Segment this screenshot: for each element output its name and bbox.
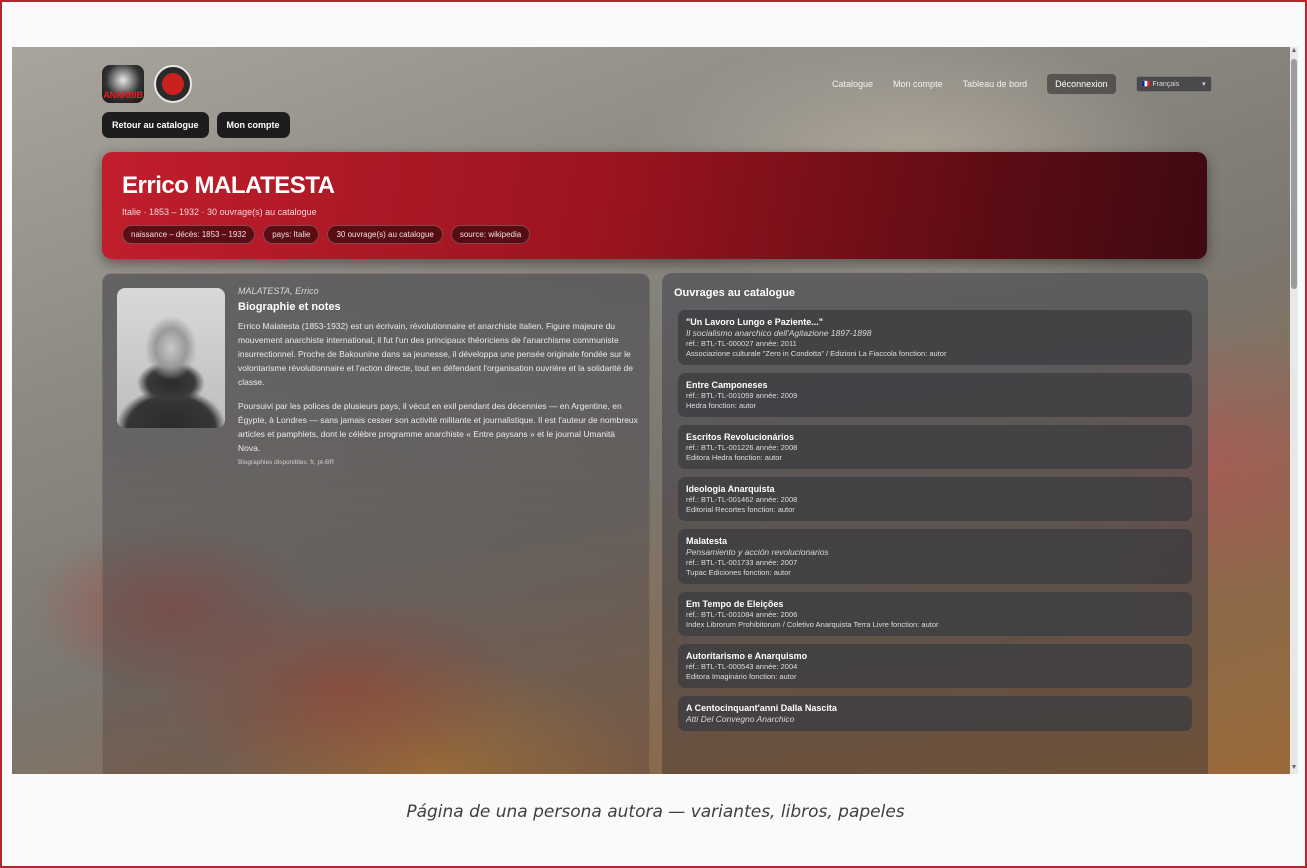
author-portrait <box>117 288 225 428</box>
work-ref: réf.: BTL-TL-001462 année: 2008 <box>686 495 798 504</box>
work-item[interactable]: Escritos Revolucionários réf.: BTL-TL-00… <box>678 425 1192 469</box>
nav-catalogue[interactable]: Catalogue <box>832 79 873 89</box>
work-item[interactable]: Em Tempo de Eleições réf.: BTL-TL-001084… <box>678 592 1192 636</box>
work-title: "Un Lavoro Lungo e Paziente..." <box>686 317 824 327</box>
language-select[interactable]: 🇫🇷 Français ▾ <box>1135 76 1212 92</box>
logout-button[interactable]: Déconnexion <box>1047 74 1116 94</box>
scrollbar[interactable]: ▲ ▼ <box>1290 47 1298 774</box>
work-item[interactable]: "Un Lavoro Lungo e Paziente..." Il socia… <box>678 310 1192 365</box>
works-heading: Ouvrages au catalogue <box>674 287 796 299</box>
author-chips: naissance – décès: 1853 – 1932 pays: Ita… <box>122 225 531 244</box>
work-item[interactable]: Autoritarismo e Anarquismo réf.: BTL-TL-… <box>678 644 1192 688</box>
browser-viewport: ANARBIB Catalogue Mon compte Tableau de … <box>12 47 1298 774</box>
work-title: Entre Camponeses <box>686 380 768 390</box>
sub-nav: Retour au catalogue Mon compte <box>102 112 290 138</box>
work-publisher: Associazione culturale "Zero in Condotta… <box>686 349 947 358</box>
language-value: Français <box>1152 81 1180 88</box>
scrollbar-thumb[interactable] <box>1291 59 1297 289</box>
biographies-available: Biographies disponibles: fr, pt-BR <box>238 459 335 466</box>
work-publisher: Hedra fonction: autor <box>686 401 757 410</box>
work-publisher: Tupac Ediciones fonction: autor <box>686 568 791 577</box>
work-title: Ideologia Anarquista <box>686 484 775 494</box>
biography-content: MALATESTA, Errico Biographie et notes Er… <box>238 286 638 466</box>
biography-paragraph: Poursuivi par les polices de plusieurs p… <box>238 401 638 453</box>
work-ref: réf.: BTL-TL-001084 année: 2006 <box>686 610 798 619</box>
biography-paragraph: Errico Malatesta (1853-1932) est un écri… <box>238 321 633 387</box>
scroll-up-icon[interactable]: ▲ <box>1290 47 1298 57</box>
work-item[interactable]: Ideologia Anarquista réf.: BTL-TL-001462… <box>678 477 1192 521</box>
screenshot-frame: ANARBIB Catalogue Mon compte Tableau de … <box>0 0 1307 868</box>
chip-country: pays: Italie <box>263 225 320 244</box>
flag-icon: 🇫🇷 <box>1141 81 1151 88</box>
secondary-logo[interactable] <box>154 65 192 103</box>
biography-panel: MALATESTA, Errico Biographie et notes Er… <box>102 273 650 774</box>
work-title: A Centocinquant'anni Dalla Nascita <box>686 703 837 713</box>
work-subtitle: Atti Del Convegno Anarchico <box>686 714 795 724</box>
work-ref: réf.: BTL-TL-001226 année: 2008 <box>686 443 798 452</box>
nav-account[interactable]: Mon compte <box>893 79 943 89</box>
work-subtitle: Il socialismo anarchico dell'Agitazione … <box>686 328 872 338</box>
work-title: Malatesta <box>686 536 728 546</box>
logo-text: ANARBIB <box>103 90 143 100</box>
work-title: Escritos Revolucionários <box>686 432 795 442</box>
name-variant: MALATESTA, Errico <box>238 286 319 296</box>
figure-caption: Página de una persona autora — variantes… <box>406 802 905 822</box>
work-title: Autoritarismo e Anarquismo <box>686 651 808 661</box>
chip-dates: naissance – décès: 1853 – 1932 <box>122 225 256 244</box>
work-publisher: Editorial Recortes fonction: autor <box>686 505 795 514</box>
chevron-down-icon: ▾ <box>1202 81 1206 88</box>
work-title: Em Tempo de Eleições <box>686 599 784 609</box>
chip-works-count: 30 ouvrage(s) au catalogue <box>327 225 443 244</box>
logos: ANARBIB <box>102 65 192 103</box>
scroll-down-icon[interactable]: ▼ <box>1290 764 1298 774</box>
top-nav: Catalogue Mon compte Tableau de bord Déc… <box>832 74 1212 94</box>
work-ref: réf.: BTL-TL-001733 année: 2007 <box>686 558 798 567</box>
author-name: Errico MALATESTA <box>122 172 335 199</box>
back-to-catalogue-button[interactable]: Retour au catalogue <box>102 112 209 138</box>
anarbib-logo[interactable]: ANARBIB <box>102 65 144 103</box>
author-hero: Errico MALATESTA Italie · 1853 – 1932 · … <box>102 152 1207 259</box>
my-account-button[interactable]: Mon compte <box>216 112 290 138</box>
nav-dashboard[interactable]: Tableau de bord <box>963 79 1028 89</box>
work-publisher: Index Librorum Prohibitorum / Coletivo A… <box>686 620 939 629</box>
work-item[interactable]: Entre Camponeses réf.: BTL-TL-001059 ann… <box>678 373 1192 417</box>
works-panel: Ouvrages au catalogue "Un Lavoro Lungo e… <box>662 273 1208 774</box>
author-meta: Italie · 1853 – 1932 · 30 ouvrage(s) au … <box>122 207 317 217</box>
work-item[interactable]: A Centocinquant'anni Dalla Nascita Atti … <box>678 696 1192 731</box>
works-list: "Un Lavoro Lungo e Paziente..." Il socia… <box>678 310 1192 739</box>
work-ref: réf.: BTL-TL-000543 année: 2004 <box>686 662 798 671</box>
work-publisher: Editora Hedra fonction: autor <box>686 453 782 462</box>
work-publisher: Editora Imaginário fonction: autor <box>686 672 797 681</box>
chip-source: source: wikipedia <box>450 225 531 244</box>
work-ref: réf.: BTL-TL-001059 année: 2009 <box>686 391 798 400</box>
work-ref: réf.: BTL-TL-000027 année: 2011 <box>686 339 797 348</box>
work-item[interactable]: Malatesta Pensamiento y acción revolucio… <box>678 529 1192 584</box>
work-subtitle: Pensamiento y acción revolucionarios <box>686 547 829 557</box>
biography-heading: Biographie et notes <box>238 301 341 313</box>
